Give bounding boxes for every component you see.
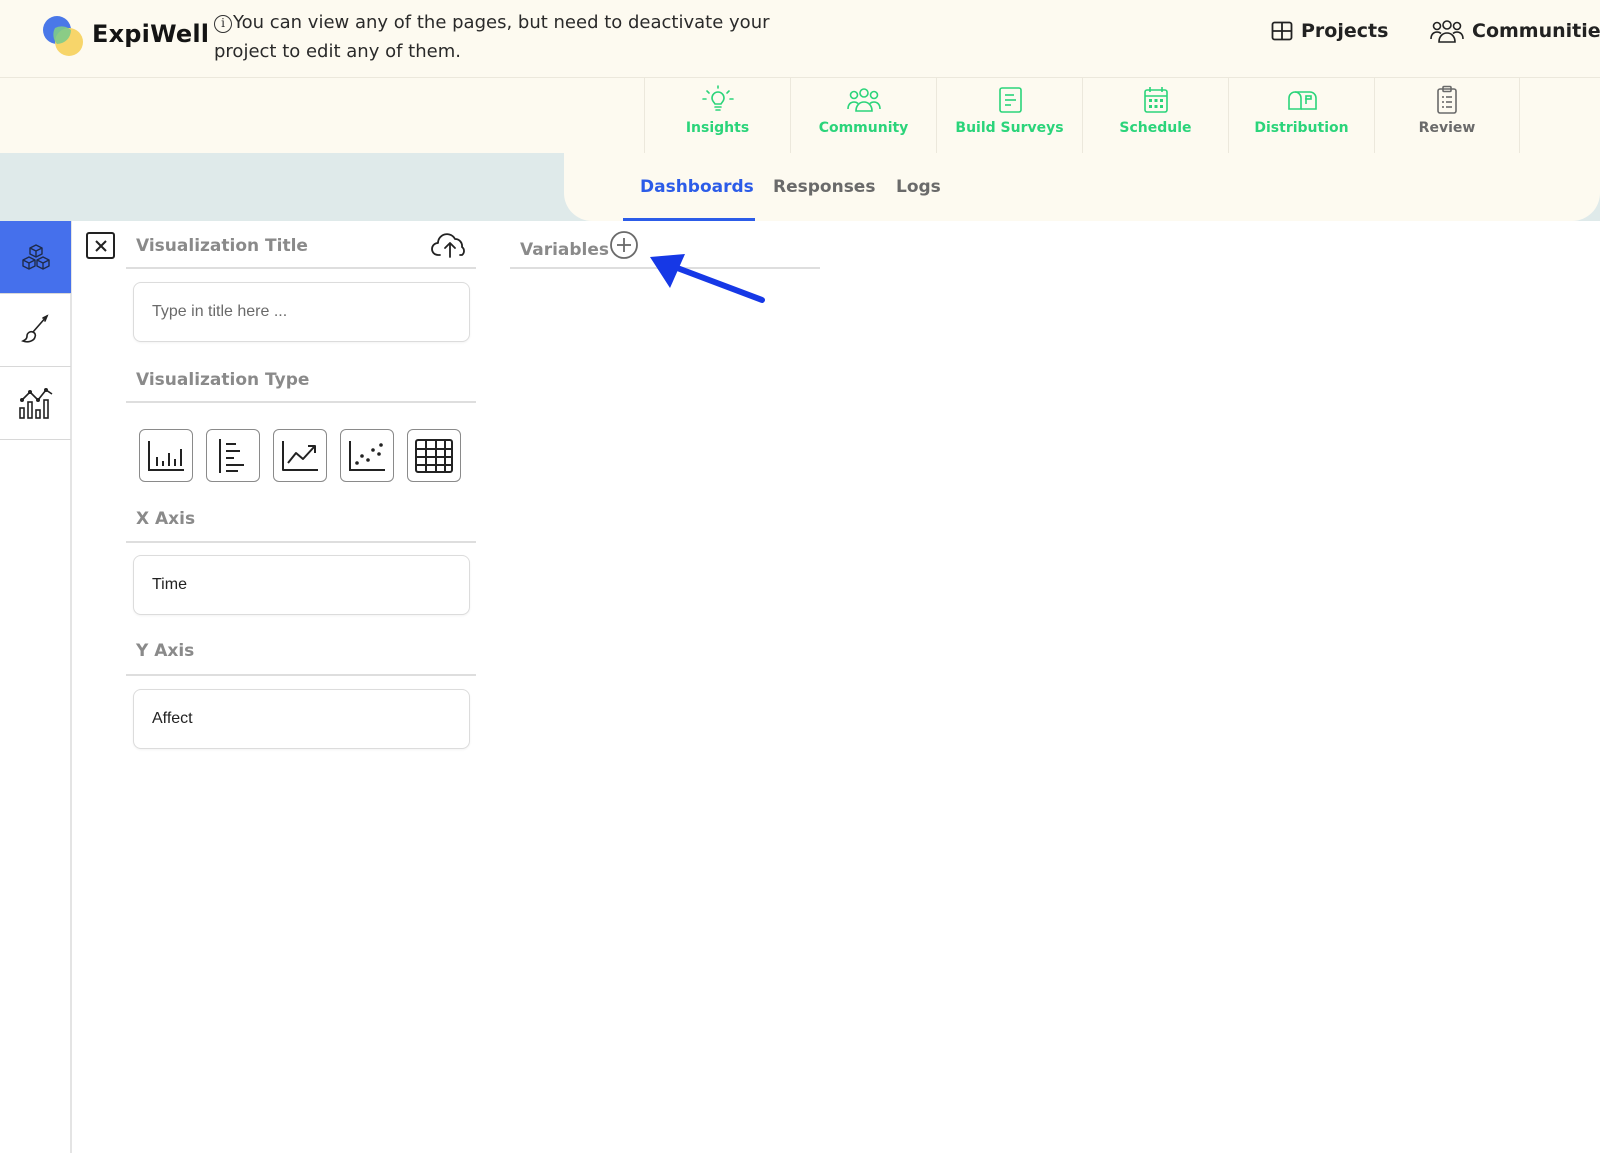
- bar-chart-icon: [148, 440, 184, 471]
- divider: [126, 674, 476, 676]
- module-label: Insights: [685, 120, 750, 136]
- module-label: Distribution: [1254, 120, 1349, 136]
- people-icon: [846, 88, 881, 112]
- module-review[interactable]: Review: [1374, 78, 1520, 153]
- close-button[interactable]: [86, 232, 115, 259]
- x-axis-select[interactable]: Time: [133, 555, 470, 615]
- x-axis-label: X Axis: [136, 509, 196, 529]
- x-axis-value: Time: [152, 576, 187, 593]
- tab-responses[interactable]: Responses: [773, 177, 875, 197]
- visualization-type-options: [139, 429, 461, 482]
- cubes-icon: [21, 244, 50, 270]
- annotation-arrow-icon: [650, 254, 765, 303]
- module-insights[interactable]: Insights: [644, 78, 790, 153]
- divider: [126, 541, 476, 543]
- notice-text: You can view any of the pages, but need …: [214, 12, 770, 62]
- module-build-surveys[interactable]: Build Surveys: [936, 78, 1082, 153]
- scatter-icon: [349, 440, 385, 471]
- type-scatter-button[interactable]: [340, 429, 394, 482]
- grid-icon: [1271, 21, 1293, 41]
- tab-logs[interactable]: Logs: [896, 177, 941, 197]
- variables-label: Variables: [520, 240, 610, 260]
- top-header: ExpiWell i You can view any of the pages,…: [0, 0, 1600, 78]
- y-axis-label: Y Axis: [136, 641, 195, 661]
- module-label: Review: [1418, 120, 1476, 136]
- chart-icon: [18, 388, 52, 419]
- lightbulb-icon: [701, 85, 734, 111]
- brush-icon: [20, 314, 49, 343]
- calendar-icon: [1143, 87, 1168, 113]
- y-axis-select[interactable]: Affect: [133, 689, 470, 749]
- brand-name[interactable]: ExpiWell: [92, 20, 209, 48]
- module-label: Schedule: [1119, 120, 1192, 136]
- type-horizontal-bar-button[interactable]: [206, 429, 260, 482]
- type-line-chart-button[interactable]: [273, 429, 327, 482]
- module-schedule[interactable]: Schedule: [1082, 78, 1228, 153]
- info-icon: i: [214, 15, 232, 33]
- tab-dashboards[interactable]: Dashboards: [640, 177, 754, 197]
- visualization-title-input[interactable]: [133, 282, 470, 342]
- rail-data-button[interactable]: [0, 221, 71, 294]
- survey-icon: [998, 87, 1022, 113]
- communities-link[interactable]: Communities: [1430, 16, 1600, 46]
- communities-label: Communities: [1472, 20, 1600, 42]
- projects-link[interactable]: Projects: [1271, 16, 1388, 46]
- clipboard-icon: [1437, 85, 1457, 114]
- mailbox-icon: [1287, 91, 1317, 110]
- cloud-upload-icon[interactable]: [430, 230, 470, 260]
- divider: [126, 401, 476, 403]
- module-label: Community: [818, 120, 909, 136]
- module-nav: Insights Community Build Surveys Schedul…: [0, 78, 1600, 153]
- rail-chart-button[interactable]: [0, 367, 71, 440]
- subnav-tabs: Dashboards Responses Logs: [564, 153, 1600, 221]
- table-icon: [415, 438, 453, 473]
- tool-rail: [0, 221, 72, 1153]
- line-chart-icon: [282, 440, 318, 471]
- projects-label: Projects: [1301, 20, 1389, 42]
- deactivate-notice: i You can view any of the pages, but need…: [214, 8, 774, 66]
- title-input[interactable]: [152, 303, 469, 321]
- people-icon: [1430, 20, 1464, 43]
- visualization-title-label: Visualization Title: [136, 236, 308, 256]
- module-label: Build Surveys: [955, 120, 1064, 136]
- page: ExpiWell i You can view any of the pages,…: [0, 0, 1600, 1153]
- type-bar-chart-button[interactable]: [139, 429, 193, 482]
- y-axis-value: Affect: [152, 710, 193, 727]
- divider: [126, 267, 476, 269]
- visualization-type-label: Visualization Type: [136, 370, 310, 390]
- active-tab-indicator: [623, 218, 755, 221]
- expiwell-logo[interactable]: [40, 14, 86, 58]
- close-icon: [94, 239, 107, 252]
- type-table-button[interactable]: [407, 429, 461, 482]
- module-distribution[interactable]: Distribution: [1228, 78, 1374, 153]
- rail-style-button[interactable]: [0, 294, 71, 367]
- add-variable-icon[interactable]: [609, 230, 639, 260]
- horizontal-bar-icon: [219, 438, 244, 473]
- module-community[interactable]: Community: [790, 78, 936, 153]
